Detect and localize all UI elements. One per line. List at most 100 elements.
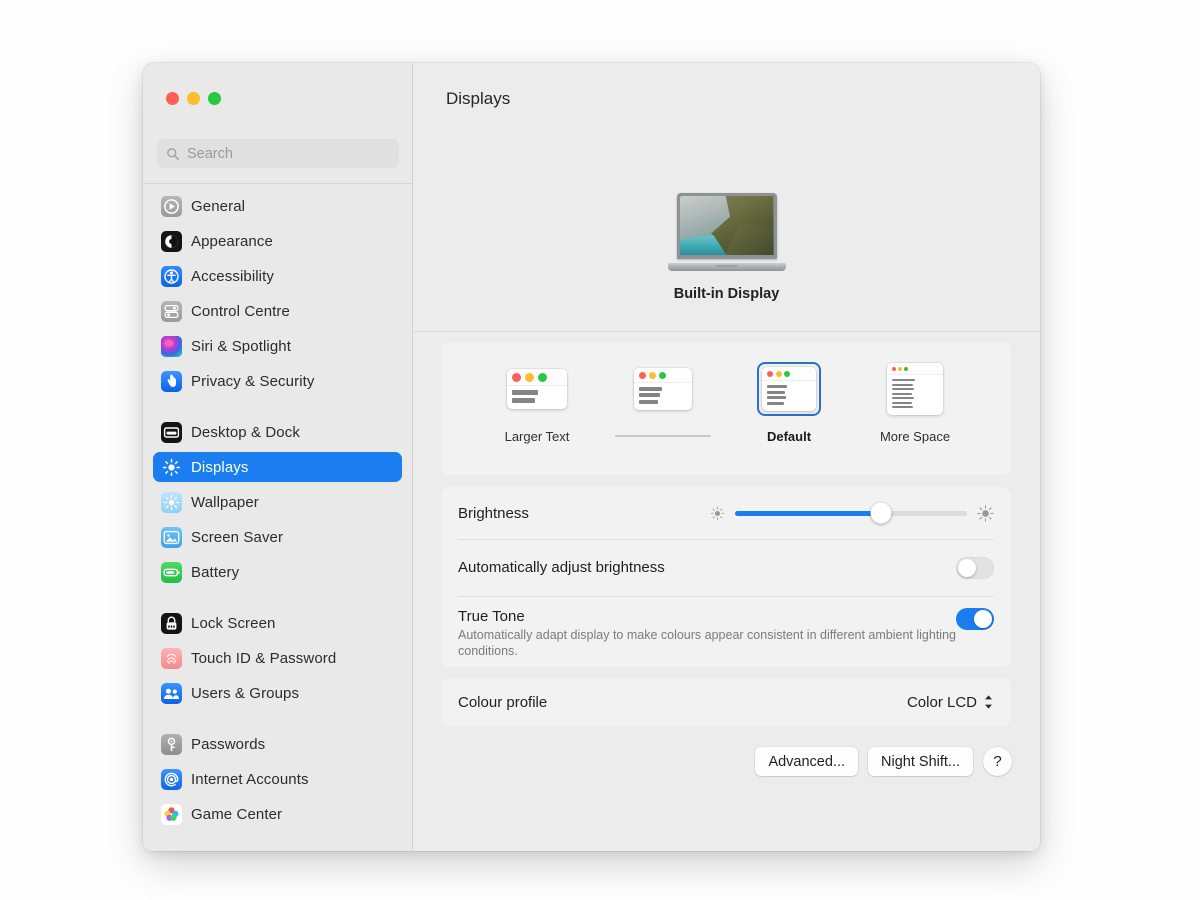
scaling-thumb-wrap [882,356,948,422]
colour-profile-value: Color LCD [906,693,977,711]
content-pane: Displays Built-in Display Larger Text De… [413,63,1040,851]
sidebar-item-displays[interactable]: Displays [153,452,402,482]
scaling-preview-thumbnail [762,367,816,411]
thumbnail-traffic-dot [892,367,896,372]
colour-profile-select[interactable]: Color LCD [907,694,994,711]
resolution-scaling-card: Larger Text Default More Space [441,342,1011,475]
desktop-dock-icon [161,421,182,443]
thumbnail-traffic-dot [639,371,646,379]
sidebar-item-label: Lock Screen [191,614,276,632]
sidebar-item-privacy-security[interactable]: Privacy & Security [153,366,402,396]
night-shift-button[interactable]: Night Shift... [868,747,973,776]
scaling-preview-thumbnail [507,369,567,409]
scaling-thumb-wrap [502,356,572,422]
sidebar-item-internet-accounts[interactable]: Internet Accounts [153,764,402,794]
display-tile[interactable]: Built-in Display [637,193,817,302]
screen-saver-icon [161,526,182,548]
search-field[interactable] [157,139,399,168]
brightness-card: Brightness Automatically adjust brightne… [441,487,1011,667]
thumbnail-traffic-dot [512,373,521,382]
game-center-icon [161,803,182,825]
sidebar-item-users-groups[interactable]: Users & Groups [153,678,402,708]
thumbnail-traffic-dot [659,371,667,379]
true-tone-toggle[interactable] [956,608,994,631]
brightness-low-icon [710,506,725,520]
true-tone-label: True Tone [458,608,525,626]
system-settings-window: General Appearance Accessibility Control Ce… [143,63,1040,851]
privacy-icon [161,370,182,392]
thumbnail-traffic-dot [538,373,548,382]
scaling-option-1[interactable] [611,356,715,437]
sidebar-item-battery[interactable]: Battery [153,557,402,587]
sidebar-item-screen-saver[interactable]: Screen Saver [153,522,402,552]
help-button[interactable]: ? [983,747,1012,776]
sidebar-item-label: Accessibility [191,267,274,285]
sidebar-item-accessibility[interactable]: Accessibility [153,261,402,291]
scaling-selection-ring [757,362,821,416]
scaling-option-larger-text[interactable]: Larger Text [485,356,589,444]
sidebar-item-label: Touch ID & Password [191,649,337,667]
thumbnail-titlebar [887,363,943,376]
auto-brightness-toggle[interactable] [956,556,994,579]
scaling-option-label: More Space [879,429,951,444]
true-tone-row: True Tone Automatically adapt display to… [441,596,1011,666]
brightness-row: Brightness [441,487,1011,539]
thumbnail-traffic-dot [904,367,908,372]
displays-icon [161,457,182,478]
scaling-option-more-space[interactable]: More Space [863,356,967,444]
sidebar-item-passwords[interactable]: Passwords [153,729,402,759]
sidebar-item-touch-id-password[interactable]: Touch ID & Password [153,643,402,673]
search-icon [167,147,179,160]
thumbnail-traffic-dot [767,371,773,377]
sidebar-item-appearance[interactable]: Appearance [153,226,402,256]
colour-profile-label: Colour profile [458,693,548,711]
brightness-high-icon [977,504,994,522]
scaling-selection-ring [629,363,697,416]
sidebar-item-general[interactable]: General [153,191,402,221]
sidebar-item-label: Battery [191,563,240,581]
sidebar-item-control-centre[interactable]: Control Centre [153,296,402,326]
scaling-option-default[interactable]: Default [737,356,841,444]
brightness-slider[interactable] [735,502,967,524]
sidebar: General Appearance Accessibility Control Ce… [143,63,413,851]
sidebar-item-label: Users & Groups [191,684,300,702]
sidebar-item-lock-screen[interactable]: Lock Screen [153,608,402,638]
sidebar-item-label: Privacy & Security [191,372,315,390]
passwords-icon [161,733,182,755]
general-icon [161,195,182,217]
users-groups-icon [161,682,182,704]
window-traffic-lights [166,92,221,105]
sidebar-item-label: General [191,197,246,215]
sidebar-nav-list[interactable]: General Appearance Accessibility Control Ce… [143,191,412,851]
battery-icon [161,561,182,583]
scaling-thumb-wrap [629,356,697,422]
close-button[interactable] [166,92,179,105]
sidebar-item-label: Passwords [191,735,266,753]
sidebar-item-desktop-dock[interactable]: Desktop & Dock [153,417,402,447]
control-centre-icon [161,300,182,322]
true-tone-description: Automatically adapt display to make colo… [458,628,956,659]
sidebar-item-label: Displays [191,458,249,476]
scaling-options-row[interactable]: Larger Text Default More Space [441,342,1011,444]
minimize-button[interactable] [187,92,200,105]
wallpaper-icon [161,491,182,513]
sidebar-divider [143,183,412,184]
touch-id-icon [161,647,182,669]
advanced-button[interactable]: Advanced... [755,747,859,776]
sidebar-item-siri-spotlight[interactable]: Siri & Spotlight [153,331,402,361]
thumbnail-text-lines [507,386,567,409]
maximize-button[interactable] [208,92,221,105]
brightness-slider-knob[interactable] [870,502,892,524]
screenshot-canvas: General Appearance Accessibility Control Ce… [0,0,1200,900]
colour-profile-row: Colour profile Color LCD [441,678,1011,726]
thumbnail-titlebar [762,367,816,381]
scaling-selection-ring [882,358,948,420]
search-input[interactable] [187,145,390,162]
brightness-label: Brightness [458,504,529,522]
brightness-slider-group[interactable] [710,502,994,524]
thumbnail-traffic-dot [898,367,902,372]
sidebar-item-game-center[interactable]: Game Center [153,799,402,829]
colour-profile-card: Colour profile Color LCD [441,678,1011,726]
display-preview-zone: Built-in Display [413,63,1040,332]
sidebar-item-wallpaper[interactable]: Wallpaper [153,487,402,517]
